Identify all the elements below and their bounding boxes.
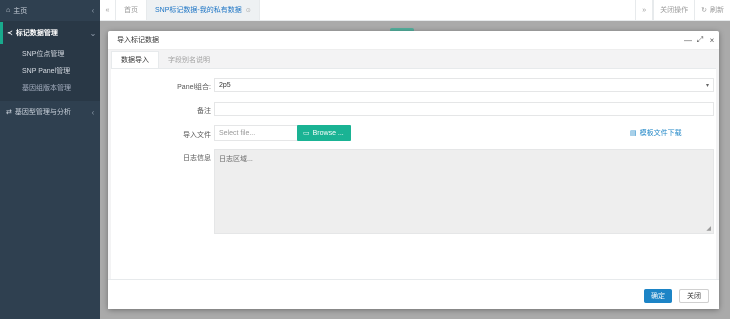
sidebar-group-genotype[interactable]: ⇄ 基因型管理与分析 ‹	[0, 101, 100, 123]
import-form: Panel组合: 2p5 ▾ 备注 导入文件 Select file... ▭ …	[111, 68, 716, 279]
sidebar-submenu: SNP位点管理 SNP Panel管理 基因组版本管理	[0, 44, 100, 101]
template-download-label: 模板文件下载	[639, 130, 682, 137]
file-icon: ▤	[630, 130, 637, 137]
close-button[interactable]: 关闭	[679, 289, 709, 303]
shuffle-icon: ⇄	[6, 109, 12, 116]
panel-select-value: 2p5	[219, 81, 231, 89]
caret-down-icon: ▾	[705, 82, 709, 89]
folder-open-icon: ▭	[303, 130, 310, 137]
minimize-icon[interactable]: —	[683, 36, 693, 45]
sidebar-group-marker-data[interactable]: ≺ 标记数据管理 ⌄	[0, 22, 100, 44]
double-chevron-right-icon: »	[642, 6, 647, 14]
sidebar-item-snp-site[interactable]: SNP位点管理	[0, 46, 100, 63]
import-dialog: 导入标记数据 — ⤢ × 数据导入 字段别名说明 Panel组合: 2p5 ▾ …	[108, 31, 719, 309]
refresh-label: 刷新	[710, 7, 724, 14]
log-placeholder: 日志区域...	[219, 156, 253, 163]
sidebar-item-home[interactable]: ⌂ 主页 ‹	[0, 0, 100, 22]
template-download-link[interactable]: ▤ 模板文件下载	[630, 128, 682, 138]
file-label: 导入文件	[183, 132, 211, 139]
sidebar-item-label: 主页	[13, 7, 28, 15]
share-icon: ≺	[7, 30, 13, 37]
dialog-header: 导入标记数据 — ⤢ ×	[108, 31, 719, 50]
sidebar-item-snp-panel[interactable]: SNP Panel管理	[0, 63, 100, 80]
log-textarea[interactable]: 日志区域... ◢	[214, 149, 714, 234]
log-label: 日志信息	[183, 155, 211, 162]
close-operations-label: 关闭操作	[660, 7, 689, 14]
tabs-back-icon[interactable]: «	[100, 0, 116, 20]
sidebar-group-label: 标记数据管理	[15, 30, 58, 37]
maximize-icon[interactable]: ⤢	[695, 35, 705, 45]
browse-label: Browse ...	[312, 129, 344, 137]
file-placeholder: Select file...	[219, 129, 256, 137]
browse-button[interactable]: ▭ Browse ...	[297, 125, 351, 141]
tab-field-alias[interactable]: 字段别名说明	[159, 51, 219, 68]
close-icon[interactable]: ⊙	[246, 7, 251, 14]
tabs-forward-button[interactable]: »	[635, 0, 654, 20]
refresh-icon: ↻	[701, 7, 707, 14]
chevron-left-icon: ‹	[91, 107, 95, 117]
dialog-footer: 确定 关闭	[108, 279, 719, 309]
tab-home[interactable]: 首页	[116, 0, 147, 20]
note-input[interactable]	[214, 102, 714, 116]
dialog-title: 导入标记数据	[117, 37, 159, 44]
sidebar-item-genome-version[interactable]: 基因组版本管理	[0, 80, 100, 97]
resize-handle-icon[interactable]: ◢	[706, 225, 711, 232]
dialog-tabs: 数据导入 字段别名说明	[108, 50, 719, 68]
tab-data-import[interactable]: 数据导入	[111, 51, 159, 68]
close-operations-button[interactable]: 关闭操作	[653, 0, 694, 20]
sidebar: ⌂ 主页 ‹ ≺ 标记数据管理 ⌄ SNP位点管理 SNP Panel管理 基因…	[0, 0, 100, 319]
note-label: 备注	[197, 108, 211, 115]
tab-snp-private-data[interactable]: SNP标记数据-我的私有数据 ⊙	[147, 0, 260, 20]
panel-select[interactable]: 2p5 ▾	[214, 78, 714, 92]
close-icon[interactable]: ×	[707, 36, 717, 45]
chevron-down-icon: ⌄	[89, 28, 97, 38]
chevron-left-icon: ‹	[91, 6, 95, 15]
refresh-button[interactable]: ↻ 刷新	[694, 0, 730, 20]
dialog-body: 数据导入 字段别名说明 Panel组合: 2p5 ▾ 备注 导入文件 Selec…	[108, 50, 719, 279]
tab-bar-spacer	[260, 0, 635, 20]
tab-label: 首页	[124, 7, 138, 14]
tab-label: SNP标记数据-我的私有数据	[155, 7, 242, 14]
sidebar-group-label: 基因型管理与分析	[14, 109, 71, 116]
home-icon: ⌂	[6, 7, 11, 14]
file-path-input[interactable]: Select file...	[214, 125, 298, 141]
confirm-button[interactable]: 确定	[644, 289, 672, 303]
panel-label: Panel组合:	[177, 84, 211, 91]
tab-bar: « 首页 SNP标记数据-我的私有数据 ⊙ » 关闭操作 ↻ 刷新	[100, 0, 730, 21]
